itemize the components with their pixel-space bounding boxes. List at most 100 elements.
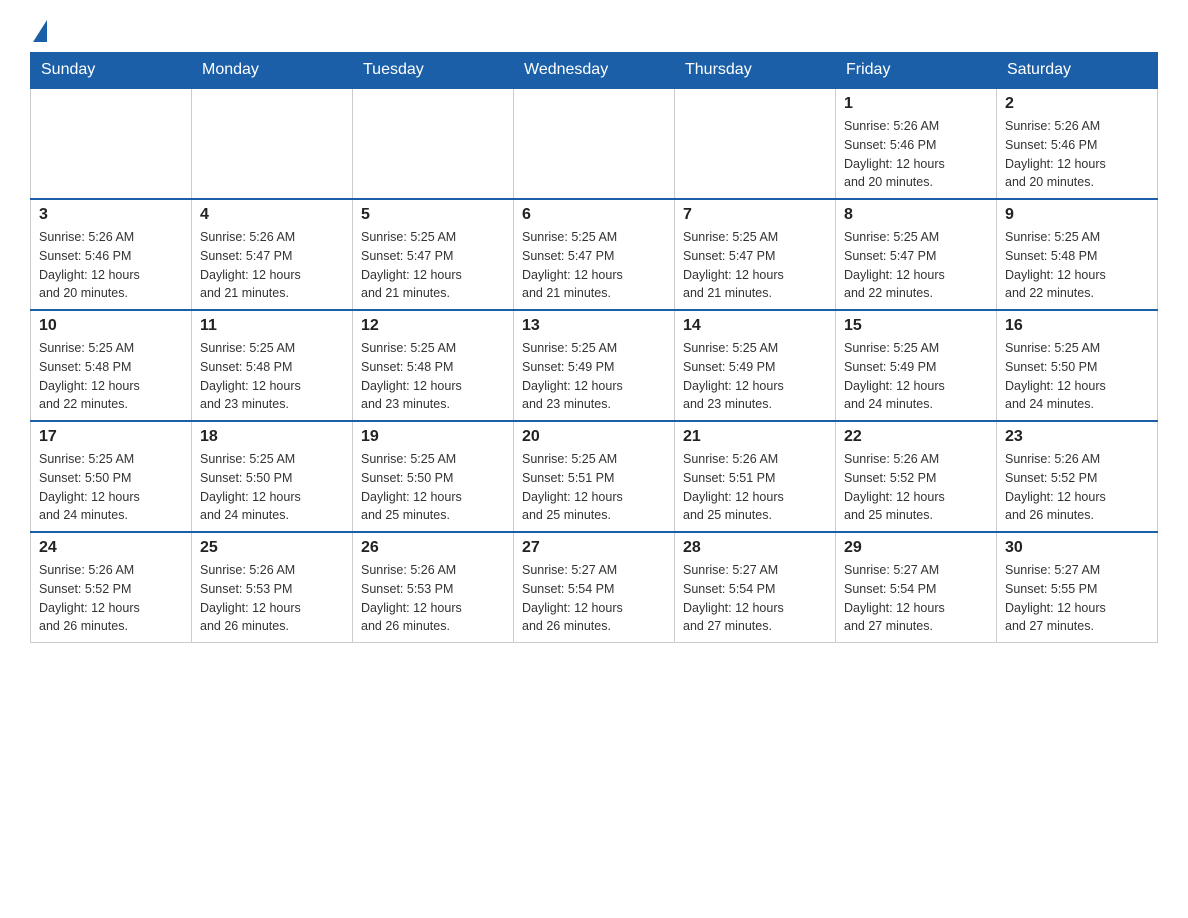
calendar-cell: 14 Sunrise: 5:25 AMSunset: 5:49 PMDayligh…	[675, 310, 836, 421]
day-number: 3	[39, 206, 183, 224]
calendar-week-row: 1 Sunrise: 5:26 AMSunset: 5:46 PMDaylight…	[31, 88, 1158, 199]
day-number: 10	[39, 317, 183, 335]
calendar-cell	[31, 88, 192, 199]
calendar-cell: 19 Sunrise: 5:25 AMSunset: 5:50 PMDayligh…	[353, 421, 514, 532]
calendar-cell: 21 Sunrise: 5:26 AMSunset: 5:51 PMDayligh…	[675, 421, 836, 532]
day-number: 9	[1005, 206, 1149, 224]
day-info: Sunrise: 5:27 AMSunset: 5:54 PMDaylight:…	[522, 561, 666, 636]
day-number: 6	[522, 206, 666, 224]
calendar-cell: 20 Sunrise: 5:25 AMSunset: 5:51 PMDayligh…	[514, 421, 675, 532]
day-info: Sunrise: 5:27 AMSunset: 5:55 PMDaylight:…	[1005, 561, 1149, 636]
day-number: 20	[522, 428, 666, 446]
calendar-cell	[192, 88, 353, 199]
day-info: Sunrise: 5:25 AMSunset: 5:48 PMDaylight:…	[361, 339, 505, 414]
calendar-cell: 24 Sunrise: 5:26 AMSunset: 5:52 PMDayligh…	[31, 532, 192, 643]
day-info: Sunrise: 5:26 AMSunset: 5:53 PMDaylight:…	[361, 561, 505, 636]
day-info: Sunrise: 5:25 AMSunset: 5:50 PMDaylight:…	[361, 450, 505, 525]
day-of-week-header: Tuesday	[353, 53, 514, 89]
day-info: Sunrise: 5:25 AMSunset: 5:48 PMDaylight:…	[200, 339, 344, 414]
calendar-week-row: 24 Sunrise: 5:26 AMSunset: 5:52 PMDayligh…	[31, 532, 1158, 643]
day-info: Sunrise: 5:25 AMSunset: 5:50 PMDaylight:…	[200, 450, 344, 525]
day-info: Sunrise: 5:25 AMSunset: 5:49 PMDaylight:…	[522, 339, 666, 414]
calendar-week-row: 10 Sunrise: 5:25 AMSunset: 5:48 PMDayligh…	[31, 310, 1158, 421]
calendar-cell: 10Sunrise: 5:25 AMSunset: 5:48 PMDayligh…	[31, 310, 192, 421]
day-info: Sunrise: 5:26 AMSunset: 5:51 PMDaylight:…	[683, 450, 827, 525]
calendar-cell: 17 Sunrise: 5:25 AMSunset: 5:50 PMDayligh…	[31, 421, 192, 532]
calendar-cell: 6Sunrise: 5:25 AMSunset: 5:47 PMDaylight…	[514, 199, 675, 310]
calendar-cell: 18 Sunrise: 5:25 AMSunset: 5:50 PMDayligh…	[192, 421, 353, 532]
calendar-cell: 13 Sunrise: 5:25 AMSunset: 5:49 PMDayligh…	[514, 310, 675, 421]
day-number: 2	[1005, 95, 1149, 113]
day-number: 30	[1005, 539, 1149, 557]
day-number: 5	[361, 206, 505, 224]
calendar-cell	[514, 88, 675, 199]
calendar-cell: 15 Sunrise: 5:25 AMSunset: 5:49 PMDayligh…	[836, 310, 997, 421]
day-number: 23	[1005, 428, 1149, 446]
day-number: 29	[844, 539, 988, 557]
calendar-cell: 4 Sunrise: 5:26 AMSunset: 5:47 PMDaylight…	[192, 199, 353, 310]
day-number: 14	[683, 317, 827, 335]
calendar-cell: 8Sunrise: 5:25 AMSunset: 5:47 PMDaylight…	[836, 199, 997, 310]
calendar-week-row: 3 Sunrise: 5:26 AMSunset: 5:46 PMDaylight…	[31, 199, 1158, 310]
day-number: 21	[683, 428, 827, 446]
calendar-header-row: SundayMondayTuesdayWednesdayThursdayFrid…	[31, 53, 1158, 89]
calendar-cell: 9 Sunrise: 5:25 AMSunset: 5:48 PMDaylight…	[997, 199, 1158, 310]
day-info: Sunrise: 5:27 AMSunset: 5:54 PMDaylight:…	[683, 561, 827, 636]
day-number: 25	[200, 539, 344, 557]
calendar-cell: 7 Sunrise: 5:25 AMSunset: 5:47 PMDaylight…	[675, 199, 836, 310]
day-of-week-header: Wednesday	[514, 53, 675, 89]
day-info: Sunrise: 5:27 AMSunset: 5:54 PMDaylight:…	[844, 561, 988, 636]
day-of-week-header: Sunday	[31, 53, 192, 89]
day-info: Sunrise: 5:25 AMSunset: 5:49 PMDaylight:…	[844, 339, 988, 414]
day-number: 27	[522, 539, 666, 557]
day-info: Sunrise: 5:26 AMSunset: 5:52 PMDaylight:…	[39, 561, 183, 636]
calendar-cell: 25 Sunrise: 5:26 AMSunset: 5:53 PMDayligh…	[192, 532, 353, 643]
day-number: 26	[361, 539, 505, 557]
day-info: Sunrise: 5:26 AMSunset: 5:46 PMDaylight:…	[1005, 117, 1149, 192]
calendar-cell: 29 Sunrise: 5:27 AMSunset: 5:54 PMDayligh…	[836, 532, 997, 643]
calendar-cell: 27 Sunrise: 5:27 AMSunset: 5:54 PMDayligh…	[514, 532, 675, 643]
day-number: 1	[844, 95, 988, 113]
day-info: Sunrise: 5:25 AMSunset: 5:48 PMDaylight:…	[1005, 228, 1149, 303]
day-info: Sunrise: 5:26 AMSunset: 5:47 PMDaylight:…	[200, 228, 344, 303]
day-number: 18	[200, 428, 344, 446]
day-number: 24	[39, 539, 183, 557]
day-info: Sunrise: 5:25 AMSunset: 5:49 PMDaylight:…	[683, 339, 827, 414]
calendar-cell: 28 Sunrise: 5:27 AMSunset: 5:54 PMDayligh…	[675, 532, 836, 643]
day-of-week-header: Thursday	[675, 53, 836, 89]
day-number: 17	[39, 428, 183, 446]
calendar-cell: 23Sunrise: 5:26 AMSunset: 5:52 PMDayligh…	[997, 421, 1158, 532]
day-number: 19	[361, 428, 505, 446]
day-info: Sunrise: 5:25 AMSunset: 5:51 PMDaylight:…	[522, 450, 666, 525]
day-number: 15	[844, 317, 988, 335]
day-info: Sunrise: 5:26 AMSunset: 5:46 PMDaylight:…	[844, 117, 988, 192]
calendar-cell: 11 Sunrise: 5:25 AMSunset: 5:48 PMDayligh…	[192, 310, 353, 421]
calendar-cell: 12 Sunrise: 5:25 AMSunset: 5:48 PMDayligh…	[353, 310, 514, 421]
day-number: 12	[361, 317, 505, 335]
calendar-cell: 1 Sunrise: 5:26 AMSunset: 5:46 PMDaylight…	[836, 88, 997, 199]
day-info: Sunrise: 5:25 AMSunset: 5:50 PMDaylight:…	[39, 450, 183, 525]
logo-triangle-icon	[33, 20, 47, 42]
day-of-week-header: Monday	[192, 53, 353, 89]
calendar-cell: 16 Sunrise: 5:25 AMSunset: 5:50 PMDayligh…	[997, 310, 1158, 421]
day-number: 11	[200, 317, 344, 335]
day-number: 16	[1005, 317, 1149, 335]
day-number: 13	[522, 317, 666, 335]
day-number: 4	[200, 206, 344, 224]
day-info: Sunrise: 5:26 AMSunset: 5:46 PMDaylight:…	[39, 228, 183, 303]
page-header	[30, 20, 1158, 42]
logo	[30, 20, 47, 42]
day-info: Sunrise: 5:25 AMSunset: 5:47 PMDaylight:…	[844, 228, 988, 303]
day-number: 7	[683, 206, 827, 224]
calendar-cell: 30 Sunrise: 5:27 AMSunset: 5:55 PMDayligh…	[997, 532, 1158, 643]
day-of-week-header: Friday	[836, 53, 997, 89]
day-info: Sunrise: 5:25 AMSunset: 5:47 PMDaylight:…	[683, 228, 827, 303]
calendar-cell: 26 Sunrise: 5:26 AMSunset: 5:53 PMDayligh…	[353, 532, 514, 643]
day-info: Sunrise: 5:26 AMSunset: 5:53 PMDaylight:…	[200, 561, 344, 636]
calendar-cell	[353, 88, 514, 199]
calendar-cell: 22Sunrise: 5:26 AMSunset: 5:52 PMDayligh…	[836, 421, 997, 532]
calendar-table: SundayMondayTuesdayWednesdayThursdayFrid…	[30, 52, 1158, 643]
day-number: 28	[683, 539, 827, 557]
calendar-cell	[675, 88, 836, 199]
day-info: Sunrise: 5:25 AMSunset: 5:50 PMDaylight:…	[1005, 339, 1149, 414]
